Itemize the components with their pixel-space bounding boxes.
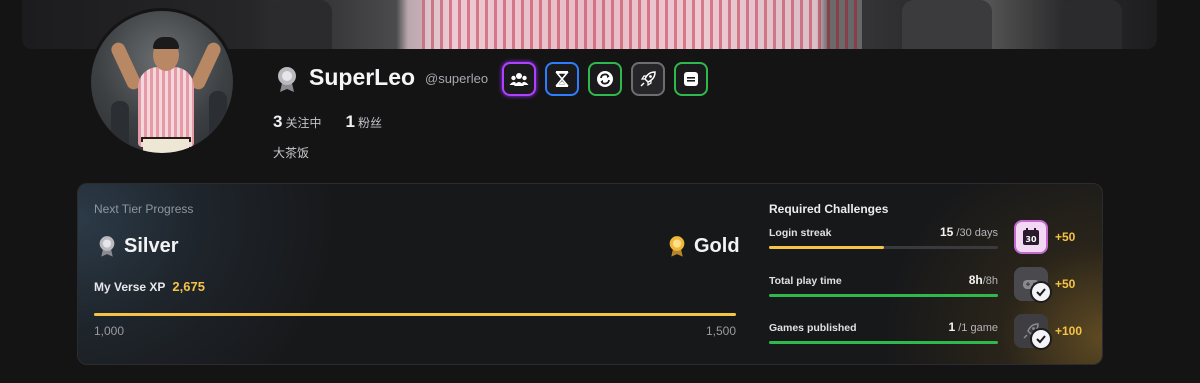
xp-row: My Verse XP 2,675 [94, 279, 205, 294]
xp-value: 2,675 [172, 279, 205, 294]
svg-text:30: 30 [1025, 235, 1037, 244]
challenge-progress-fill [769, 246, 884, 249]
challenge-name: Games published [769, 322, 857, 334]
reward-amount: +50 [1055, 230, 1076, 244]
followers-label: 粉丝 [357, 116, 382, 130]
reward-login-streak[interactable]: 30 [1014, 220, 1048, 254]
completed-check-icon [1030, 281, 1052, 303]
challenge-progress: 15 /30 days [940, 225, 998, 239]
challenge-progress-bar [769, 341, 998, 344]
silver-medal-icon [278, 67, 296, 92]
profile-bio: 大茶饭 [273, 146, 310, 160]
rocket-icon [640, 71, 656, 87]
challenge-name: Login streak [769, 227, 832, 239]
current-tier: Silver [98, 234, 178, 258]
next-tier-progress-label: Next Tier Progress [94, 202, 194, 216]
xp-max-label: 1,500 [706, 324, 737, 338]
next-tier-name: Gold [694, 234, 740, 257]
followers-count: 1 [345, 112, 355, 131]
follow-stats: 3 关注中 1 粉丝 [273, 112, 382, 132]
silver-medal-icon [99, 236, 115, 257]
banner-figure [902, 0, 992, 49]
challenge-current: 15 [939, 225, 954, 239]
user-handle: @superleo [425, 71, 489, 86]
community-icon [509, 73, 529, 86]
challenge-progress-bar [769, 246, 998, 249]
xp-min-label: 1,000 [94, 324, 125, 338]
xp-label: My Verse XP [94, 280, 166, 294]
following-label: 关注中 [285, 116, 322, 130]
challenge-progress-fill [769, 341, 998, 344]
document-icon [684, 72, 698, 86]
xp-progress-bar [94, 313, 736, 316]
challenge-games-published: Games published 1 /1 game [769, 320, 998, 344]
document-badge[interactable] [674, 62, 708, 96]
challenge-progress: 1 /1 game [949, 320, 999, 334]
calendar-30-icon: 30 [1023, 228, 1039, 245]
required-challenges-title: Required Challenges [769, 202, 889, 216]
badge-list [502, 62, 708, 96]
refresh-badge[interactable] [588, 62, 622, 96]
reward-amount: +50 [1055, 277, 1076, 291]
challenge-total: /8h [982, 275, 998, 287]
next-tier: Gold [668, 234, 740, 258]
challenge-play-time: Total play time 8h/8h [769, 273, 998, 297]
current-tier-name: Silver [124, 234, 179, 257]
avatar[interactable] [88, 8, 236, 156]
following-stat[interactable]: 3 关注中 [273, 112, 321, 132]
challenge-progress-fill [769, 294, 998, 297]
challenge-login-streak: Login streak 15 /30 days [769, 225, 998, 249]
challenge-name: Total play time [769, 275, 842, 287]
avatar-arm [189, 40, 223, 92]
followers-stat[interactable]: 1 粉丝 [345, 112, 381, 132]
challenge-total: /30 days [956, 227, 998, 239]
hourglass-badge[interactable] [545, 62, 579, 96]
challenge-current: 1 [948, 320, 956, 334]
rocket-badge[interactable] [631, 62, 665, 96]
gold-medal-icon [669, 236, 685, 257]
challenge-current: 8h [968, 273, 983, 287]
challenge-total: /1 game [958, 322, 998, 334]
username: SuperLeo [309, 64, 416, 90]
reward-amount: +100 [1055, 324, 1083, 338]
challenge-progress: 8h/8h [969, 273, 998, 287]
completed-check-icon [1030, 328, 1052, 350]
banner-figure [272, 0, 332, 49]
following-count: 3 [273, 112, 283, 131]
banner-photo [422, 0, 862, 49]
banner-figure [1062, 0, 1122, 49]
challenge-progress-bar [769, 294, 998, 297]
avatar-shirt [138, 67, 194, 147]
hourglass-icon [555, 71, 569, 87]
tier-progress-card: Next Tier Progress Silver Gold My Verse … [77, 183, 1103, 365]
avatar-bg-figure [209, 91, 227, 141]
refresh-icon [597, 71, 613, 87]
community-badge[interactable] [502, 62, 536, 96]
xp-progress-fill [94, 313, 736, 316]
avatar-hair [153, 37, 179, 49]
avatar-bg-figure [111, 101, 129, 151]
avatar-pants [143, 139, 189, 153]
